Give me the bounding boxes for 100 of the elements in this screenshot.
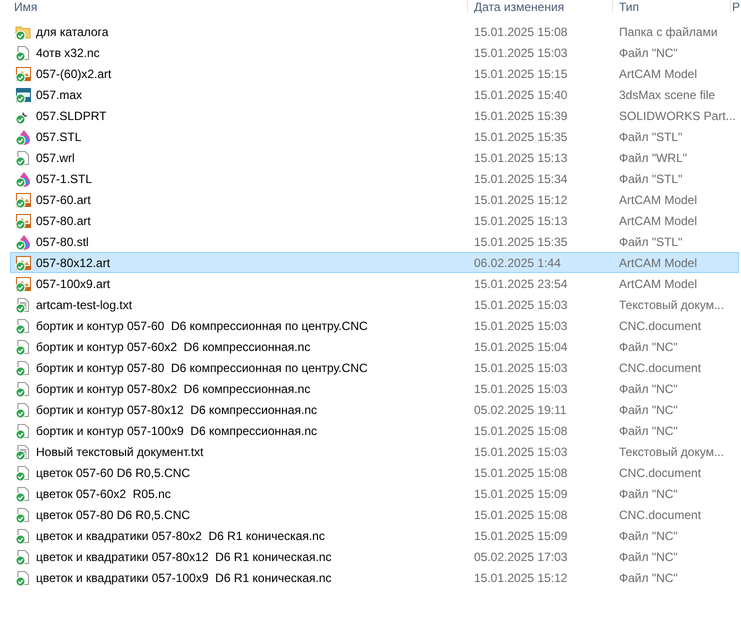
modified-date: 15.01.2025 15:08	[473, 424, 568, 438]
file-type: Файл "WRL"	[618, 150, 688, 164]
file-row[interactable]: цветок 057-80 D6 R0,5.CNC 15.01.2025 15:08 CNC.document	[10, 504, 739, 525]
modified-date: 15.01.2025 15:03	[473, 318, 568, 332]
file-name: 057-1.STL	[36, 172, 92, 186]
file-row[interactable]: для каталога 15.01.2025 15:08 Папка с файлами	[10, 21, 739, 42]
column-header[interactable]: Имя	[14, 0, 38, 13]
modified-date: 15.01.2025 15:09	[473, 528, 568, 542]
modified-date: 06.02.2025 1:44	[473, 256, 562, 270]
document-icon	[15, 338, 32, 354]
file-row[interactable]: бортик и контур 057-60x2 D6 компрессионная.nc 15.01.2025 15:04 Файл "NC"	[10, 336, 739, 357]
file-name: для каталога	[36, 24, 108, 38]
file-row[interactable]: 057.wrl 15.01.2025 15:13 Файл "WRL"	[10, 147, 739, 168]
modified-date: 15.01.2025 15:34	[473, 172, 568, 186]
modified-date: 15.01.2025 15:03	[473, 444, 568, 458]
file-name: 057-100x9.art	[36, 276, 110, 290]
file-type: Файл "STL"	[618, 130, 684, 144]
file-type: ArtCAM Model	[618, 256, 698, 270]
file-row[interactable]: бортик и контур 057-100x9 D6 компрессионная.nc 15.01.2025 15:08 Файл "NC"	[10, 420, 739, 441]
file-type: Папка с файлами	[618, 24, 719, 38]
image-file-icon	[15, 254, 32, 270]
modified-date: 15.01.2025 15:13	[473, 214, 568, 228]
file-row[interactable]: бортик и контур 057-80x2 D6 компрессионная.nc 15.01.2025 15:03 Файл "NC"	[10, 378, 739, 399]
file-row[interactable]: 057-(60)x2.art 15.01.2025 15:15 ArtCAM Model	[10, 63, 739, 84]
file-row[interactable]: 057.max 15.01.2025 15:40 3dsMax scene file	[10, 84, 739, 105]
file-name: 057.SLDPRT	[36, 108, 106, 122]
file-row[interactable]: 057-80.stl 15.01.2025 15:35 Файл "STL"	[10, 231, 739, 252]
modified-date: 15.01.2025 15:12	[473, 570, 568, 584]
file-row[interactable]: бортик и контур 057-80x12 D6 компрессионная.nc 05.02.2025 19:11 Файл "NC"	[10, 399, 739, 420]
file-name: 057.wrl	[36, 150, 75, 164]
image-file-icon	[15, 66, 32, 82]
modified-date: 15.01.2025 23:54	[473, 276, 568, 290]
image-file-icon	[15, 212, 32, 228]
file-name: цветок и квадратики 057-80x2 D6 R1 коническая.nc	[36, 528, 325, 542]
column-header[interactable]: Дата изменения	[474, 0, 564, 13]
document-icon	[15, 318, 32, 334]
document-icon	[15, 402, 32, 418]
file-row[interactable]: 057-80x12.art 06.02.2025 1:44 ArtCAM Model	[10, 252, 739, 273]
file-name: цветок 057-80 D6 R0,5.CNC	[36, 508, 190, 522]
modified-date: 15.01.2025 15:40	[473, 88, 568, 102]
document-icon	[15, 422, 32, 438]
drop-icon	[15, 128, 32, 144]
modified-date: 15.01.2025 15:08	[473, 508, 568, 522]
file-name: бортик и контур 057-60 D6 компрессионная по центру.CNC	[36, 318, 368, 332]
document-icon	[15, 44, 32, 60]
modified-date: 15.01.2025 15:08	[473, 466, 568, 480]
file-row[interactable]: бортик и контур 057-80 D6 компрессионная по центру.CNC 15.01.2025 15:03 CNC.document	[10, 357, 739, 378]
modified-date: 15.01.2025 15:35	[473, 234, 568, 248]
file-type: ArtCAM Model	[618, 276, 698, 290]
file-type: CNC.document	[618, 508, 702, 522]
file-name: бортик и контур 057-100x9 D6 компрессионная.nc	[36, 424, 317, 438]
folder-icon	[15, 24, 32, 40]
document-icon	[15, 506, 32, 522]
file-name: 057-80.stl	[36, 234, 89, 248]
modified-date: 15.01.2025 15:13	[473, 150, 568, 164]
column-header[interactable]: Р	[732, 0, 740, 13]
file-name: цветок 057-60 D6 R0,5.CNC	[36, 466, 190, 480]
file-row[interactable]: цветок и квадратики 057-100x9 D6 R1 коническая.nc 15.01.2025 15:12 Файл "NC"	[10, 567, 739, 588]
document-icon	[15, 380, 32, 396]
column-header[interactable]: Тип	[619, 0, 640, 13]
file-row[interactable]: бортик и контур 057-60 D6 компрессионная по центру.CNC 15.01.2025 15:03 CNC.document	[10, 315, 739, 336]
file-row[interactable]: 057-100x9.art 15.01.2025 23:54 ArtCAM Model	[10, 273, 739, 294]
file-row[interactable]: 057-1.STL 15.01.2025 15:34 Файл "STL"	[10, 168, 739, 189]
file-row[interactable]: цветок и квадратики 057-80x12 D6 R1 коническая.nc 05.02.2025 17:03 Файл "NC"	[10, 546, 739, 567]
file-name: Новый текстовый документ.txt	[36, 444, 204, 458]
document-icon	[15, 570, 32, 586]
file-row[interactable]: Новый текстовый документ.txt 15.01.2025 15:03 Текстовый докум...	[10, 441, 739, 462]
file-name: бортик и контур 057-80x2 D6 компрессионная.nc	[36, 382, 310, 396]
modified-date: 15.01.2025 15:35	[473, 130, 568, 144]
file-name: бортик и контур 057-60x2 D6 компрессионная.nc	[36, 340, 310, 354]
file-name: 057-80x12.art	[36, 256, 110, 270]
document-icon	[15, 464, 32, 480]
file-type: Файл "NC"	[618, 382, 679, 396]
file-type: Текстовый докум...	[618, 298, 725, 312]
document-icon	[15, 360, 32, 376]
file-type: CNC.document	[618, 318, 702, 332]
file-row[interactable]: 4отв x32.nc 15.01.2025 15:03 Файл "NC"	[10, 42, 739, 63]
file-name: 057-60.art	[36, 192, 91, 206]
file-type: Текстовый докум...	[618, 444, 725, 458]
file-type: Файл "NC"	[618, 402, 679, 416]
file-name: artcam-test-log.txt	[36, 298, 132, 312]
file-name: цветок и квадратики 057-100x9 D6 R1 коническая.nc	[36, 570, 332, 584]
file-row[interactable]: цветок 057-60x2 R05.nc 15.01.2025 15:09 Файл "NC"	[10, 483, 739, 504]
file-type: Файл "STL"	[618, 172, 684, 186]
file-type: Файл "STL"	[618, 234, 684, 248]
file-row[interactable]: цветок и квадратики 057-80x2 D6 R1 коническая.nc 15.01.2025 15:09 Файл "NC"	[10, 525, 739, 546]
file-row[interactable]: 057-80.art 15.01.2025 15:13 ArtCAM Model	[10, 210, 739, 231]
file-row[interactable]: artcam-test-log.txt 15.01.2025 15:03 Текстовый докум...	[10, 294, 739, 315]
file-row[interactable]: 057.SLDPRT 15.01.2025 15:39 SOLIDWORKS Part...	[10, 105, 739, 126]
file-name: 057-(60)x2.art	[36, 66, 112, 80]
file-type: Файл "NC"	[618, 486, 679, 500]
modified-date: 15.01.2025 15:03	[473, 298, 568, 312]
file-row[interactable]: цветок 057-60 D6 R0,5.CNC 15.01.2025 15:08 CNC.document	[10, 462, 739, 483]
modified-date: 15.01.2025 15:08	[473, 24, 568, 38]
file-row[interactable]: 057-60.art 15.01.2025 15:12 ArtCAM Model	[10, 189, 739, 210]
file-row[interactable]: 057.STL 15.01.2025 15:35 Файл "STL"	[10, 126, 739, 147]
document-icon	[15, 548, 32, 564]
image-file-icon	[15, 192, 32, 208]
file-type: Файл "NC"	[618, 46, 679, 60]
document-icon	[15, 528, 32, 544]
